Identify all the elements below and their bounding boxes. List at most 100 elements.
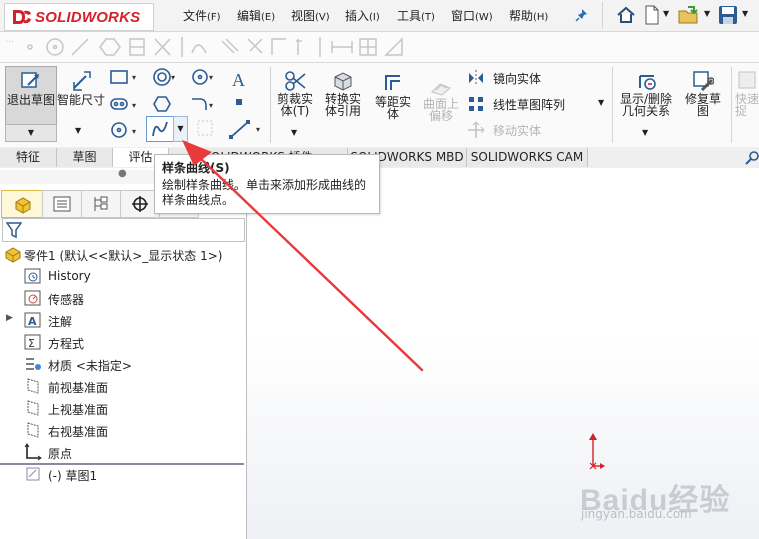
- linear-pattern-icon: [469, 97, 483, 111]
- offset-entities-button[interactable]: 等距实体: [370, 66, 416, 142]
- convert-entities-icon: [334, 72, 352, 91]
- svg-text:▾: ▾: [256, 125, 260, 134]
- tree-label: History: [48, 269, 91, 283]
- repair-sketch-button[interactable]: 修复草图: [680, 66, 726, 142]
- exit-sketch-icon: [21, 72, 39, 88]
- annotations-icon: A: [24, 312, 41, 328]
- menu-edit[interactable]: 编辑(E): [237, 7, 275, 24]
- ribbon-separator: [612, 67, 613, 143]
- tree-item-top-plane[interactable]: 上视基准面: [24, 398, 224, 418]
- convert-entities-label: 转换实体引用: [324, 92, 361, 118]
- exit-sketch-label: 退出草图: [6, 93, 55, 107]
- offset-label: 等距实体: [374, 95, 411, 121]
- smart-dimension-icon: [73, 71, 91, 91]
- exit-sketch-dropdown[interactable]: ▼: [5, 124, 57, 142]
- trim-entities-button[interactable]: 剪裁实体(T) ▼: [274, 66, 316, 142]
- tree-label: 前视基准面: [48, 381, 109, 395]
- move-label: 移动实体: [493, 124, 542, 138]
- tree-label: (-) 草图1: [48, 469, 98, 483]
- menu-view[interactable]: 视图(V): [291, 7, 330, 24]
- expand-arrow-icon[interactable]: ▶: [6, 313, 13, 323]
- display-delete-relations-button[interactable]: 显示/删除几何关系 ▼: [616, 66, 676, 142]
- menu-tools[interactable]: 工具(T): [397, 7, 435, 24]
- spline-icon: [152, 121, 168, 137]
- sketch-origin-icon: [589, 433, 605, 470]
- pin-icon[interactable]: [575, 8, 589, 22]
- trim-label: 剪裁实体(T): [276, 92, 313, 118]
- sketch-toolbar-icons: ···: [5, 37, 403, 57]
- quick-snaps-label: 快速捕捉: [735, 92, 759, 118]
- display-delete-relations-label: 显示/删除几何关系: [619, 92, 673, 118]
- tab-property-manager[interactable]: [42, 190, 82, 218]
- feature-manager-icon: [15, 197, 31, 214]
- annotation-arrow: [182, 140, 424, 372]
- linear-pattern-label: 线性草图阵列: [493, 98, 566, 112]
- watermark-url: jingyan.baidu.com: [581, 507, 692, 521]
- offset-on-surface-button[interactable]: 曲面上偏移: [420, 66, 462, 142]
- material-icon: [26, 358, 41, 370]
- tab-features[interactable]: 特征: [0, 148, 57, 167]
- tree-item-front-plane[interactable]: 前视基准面: [24, 376, 224, 396]
- tree-item-sketch1[interactable]: (-) 草图1: [24, 464, 224, 484]
- tab-configuration-manager[interactable]: [81, 190, 121, 218]
- tree-item-right-plane[interactable]: 右视基准面: [24, 420, 224, 440]
- svg-text:Σ: Σ: [28, 337, 35, 350]
- mirror-entities-button[interactable]: 镜向实体: [467, 68, 607, 88]
- tree-label: 右视基准面: [48, 425, 109, 439]
- property-manager-icon: [53, 196, 71, 212]
- quick-snaps-icon: [738, 71, 756, 89]
- tab-solidworks-cam[interactable]: SOLIDWORKS CAM: [467, 148, 588, 167]
- search-icon[interactable]: [745, 150, 759, 166]
- move-entities-button[interactable]: 移动实体: [467, 120, 607, 140]
- part-icon: [5, 247, 21, 263]
- offset-surface-label: 曲面上偏移: [422, 97, 459, 123]
- solidworks-logo[interactable]: SOLIDWORKS: [4, 3, 154, 31]
- svg-text:▾: ▾: [209, 73, 213, 82]
- menu-window[interactable]: 窗口(W): [451, 7, 493, 24]
- mirror-label: 镜向实体: [493, 72, 542, 86]
- quick-snaps-button[interactable]: 快速捕捉: [734, 66, 759, 142]
- ds-logo-icon: [13, 10, 31, 24]
- trim-icon: [285, 71, 306, 91]
- tab-sketch[interactable]: 草图: [57, 148, 113, 167]
- move-icon: [468, 121, 485, 138]
- relations-icon: [639, 75, 656, 90]
- configuration-manager-icon: [94, 196, 108, 211]
- tree-label: 传感器: [48, 293, 85, 307]
- tab-feature-manager[interactable]: [1, 190, 43, 218]
- offset-icon: [385, 75, 400, 90]
- plane-icon: [27, 400, 39, 416]
- convert-entities-button[interactable]: 转换实体引用: [320, 66, 366, 142]
- svg-text:···: ···: [5, 37, 15, 48]
- history-icon: [24, 268, 41, 284]
- open-folder-icon[interactable]: [678, 5, 700, 25]
- mirror-icon: [469, 70, 483, 86]
- linear-pattern-button[interactable]: 线性草图阵列 ▼: [467, 94, 607, 114]
- spline-button[interactable]: [146, 116, 174, 142]
- tree-label: 方程式: [48, 337, 85, 351]
- plane-icon: [27, 378, 39, 394]
- chevron-down-icon[interactable]: ▼: [75, 126, 81, 135]
- tree-item-origin[interactable]: 原点: [24, 442, 224, 462]
- menu-help[interactable]: 帮助(H): [509, 7, 548, 24]
- save-icon[interactable]: [718, 5, 738, 25]
- exit-sketch-button[interactable]: 退出草图: [5, 66, 57, 125]
- offset-surface-icon: [431, 83, 451, 96]
- home-icon[interactable]: [616, 6, 636, 24]
- origin-icon: [24, 443, 42, 461]
- new-document-icon[interactable]: [644, 5, 660, 25]
- svg-text:▾: ▾: [132, 101, 136, 110]
- chevron-down-icon[interactable]: ▼: [704, 9, 710, 18]
- plane-icon: [27, 422, 39, 438]
- ribbon-separator: [731, 67, 732, 143]
- smart-dimension-button[interactable]: 智能尺寸: [57, 66, 105, 126]
- sketch-icon: [26, 467, 40, 481]
- svg-text:▾: ▾: [132, 127, 136, 136]
- menu-file[interactable]: 文件(F): [183, 7, 221, 24]
- menu-insert[interactable]: 插入(I): [345, 7, 380, 24]
- chevron-down-icon[interactable]: ▼: [742, 9, 748, 18]
- chevron-down-icon[interactable]: ▼: [663, 9, 669, 18]
- sensor-icon: [24, 290, 41, 306]
- menu-separator: [602, 2, 603, 29]
- svg-text:A: A: [28, 315, 37, 328]
